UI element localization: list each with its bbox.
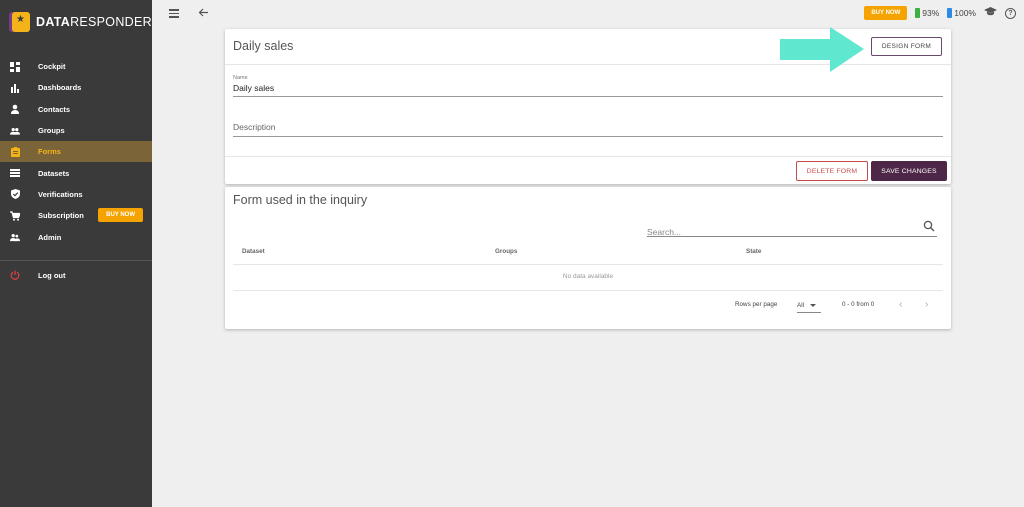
column-header-dataset[interactable]: Dataset xyxy=(242,248,265,255)
shield-check-icon xyxy=(10,189,20,200)
inquiry-title: Form used in the inquiry xyxy=(233,193,368,207)
sidebar-item-contacts[interactable]: Contacts xyxy=(0,99,152,120)
logo-text-bold: DATA xyxy=(36,15,71,29)
sidebar-item-label: Verifications xyxy=(38,189,83,199)
sidebar-item-label: Admin xyxy=(38,232,62,242)
empty-table-message: No data available xyxy=(562,273,614,280)
logo-icon xyxy=(12,12,30,32)
sidebar-item-dashboards[interactable]: Dashboards xyxy=(0,77,152,98)
sidebar-item-forms[interactable]: Forms xyxy=(0,141,152,163)
sidebar-item-logout[interactable]: Log out xyxy=(0,265,152,286)
admin-people-icon xyxy=(10,232,20,242)
sidebar-item-admin[interactable]: Admin xyxy=(0,226,152,247)
name-field[interactable]: Name Daily sales xyxy=(233,75,943,97)
back-arrow-icon[interactable] xyxy=(198,6,209,21)
help-icon[interactable]: ? xyxy=(1005,7,1016,19)
card-footer-divider xyxy=(225,156,951,157)
chevron-down-icon xyxy=(810,304,816,307)
buy-now-button[interactable]: BUY NOW xyxy=(864,6,908,20)
chevron-left-icon[interactable]: ‹ xyxy=(899,299,902,310)
design-form-button[interactable]: DESIGN FORM xyxy=(871,37,942,56)
clipboard-icon xyxy=(10,146,20,157)
rows-per-page-select[interactable]: All xyxy=(797,299,821,313)
sidebar-nav: Cockpit Dashboards Contacts Groups Forms xyxy=(0,56,152,248)
battery-green-indicator: 93% xyxy=(915,8,939,18)
sidebar: DATARESPONDER Cockpit Dashboards Contact… xyxy=(0,0,152,507)
sidebar-divider xyxy=(0,259,152,261)
sidebar-item-label: Contacts xyxy=(38,104,71,114)
power-icon xyxy=(10,270,20,281)
page-title: Daily sales xyxy=(233,39,294,53)
rows-per-page-label: Rows per page xyxy=(735,301,778,308)
battery-green-value: 93% xyxy=(922,8,940,18)
sidebar-item-cockpit[interactable]: Cockpit xyxy=(0,56,152,77)
bar-chart-icon xyxy=(10,83,20,93)
search-input[interactable] xyxy=(647,227,907,237)
battery-blue-value: 100% xyxy=(954,8,976,18)
sidebar-item-subscription[interactable]: Subscription BUY NOW xyxy=(0,205,152,226)
name-field-label: Name xyxy=(233,75,248,81)
list-icon xyxy=(10,168,20,178)
sidebar-item-label: Forms xyxy=(38,147,61,157)
delete-form-button[interactable]: DELETE FORM xyxy=(796,161,868,181)
sidebar-item-label: Log out xyxy=(38,270,66,280)
sidebar-item-label: Dashboards xyxy=(38,83,82,93)
cart-icon xyxy=(10,211,20,221)
table-footer-divider xyxy=(233,290,943,291)
battery-icon xyxy=(947,8,953,18)
dashboard-grid-icon xyxy=(10,61,20,72)
annotation-arrow-icon xyxy=(780,27,864,72)
logo-text-light: RESPONDER xyxy=(70,15,152,29)
app-logo[interactable]: DATARESPONDER xyxy=(0,0,152,44)
sidebar-item-label: Groups xyxy=(38,126,65,136)
table-header-divider xyxy=(233,264,943,265)
inquiry-card: Form used in the inquiry Dataset Groups … xyxy=(225,187,951,329)
hamburger-menu-icon[interactable] xyxy=(169,9,179,19)
topbar: BUY NOW 93% 100% ? xyxy=(152,0,1024,30)
name-field-value[interactable]: Daily sales xyxy=(233,83,943,96)
column-header-state[interactable]: State xyxy=(746,248,761,255)
sidebar-item-verifications[interactable]: Verifications xyxy=(0,184,152,205)
sidebar-item-label: Datasets xyxy=(38,168,70,178)
sidebar-item-datasets[interactable]: Datasets xyxy=(0,162,152,183)
chevron-right-icon[interactable]: › xyxy=(925,299,928,310)
description-field[interactable]: Description xyxy=(233,122,943,137)
battery-blue-indicator: 100% xyxy=(947,8,976,18)
person-icon xyxy=(10,104,20,115)
pagination-range: 0 - 0 from 0 xyxy=(842,301,875,308)
topbar-actions: BUY NOW 93% 100% ? xyxy=(864,6,1016,20)
sidebar-item-label: Cockpit xyxy=(38,62,66,72)
search-icon[interactable] xyxy=(923,220,935,232)
battery-icon xyxy=(915,8,921,18)
subscription-buy-now-button[interactable]: BUY NOW xyxy=(98,208,143,223)
description-placeholder[interactable]: Description xyxy=(233,122,943,136)
save-changes-button[interactable]: SAVE CHANGES xyxy=(871,161,947,181)
column-header-groups[interactable]: Groups xyxy=(495,248,517,255)
sidebar-item-groups[interactable]: Groups xyxy=(0,120,152,141)
graduation-cap-icon[interactable] xyxy=(984,6,997,20)
search-field[interactable] xyxy=(647,220,937,237)
people-icon xyxy=(10,126,20,136)
sidebar-item-label: Subscription xyxy=(38,211,84,221)
rows-per-page-value: All xyxy=(797,302,804,309)
